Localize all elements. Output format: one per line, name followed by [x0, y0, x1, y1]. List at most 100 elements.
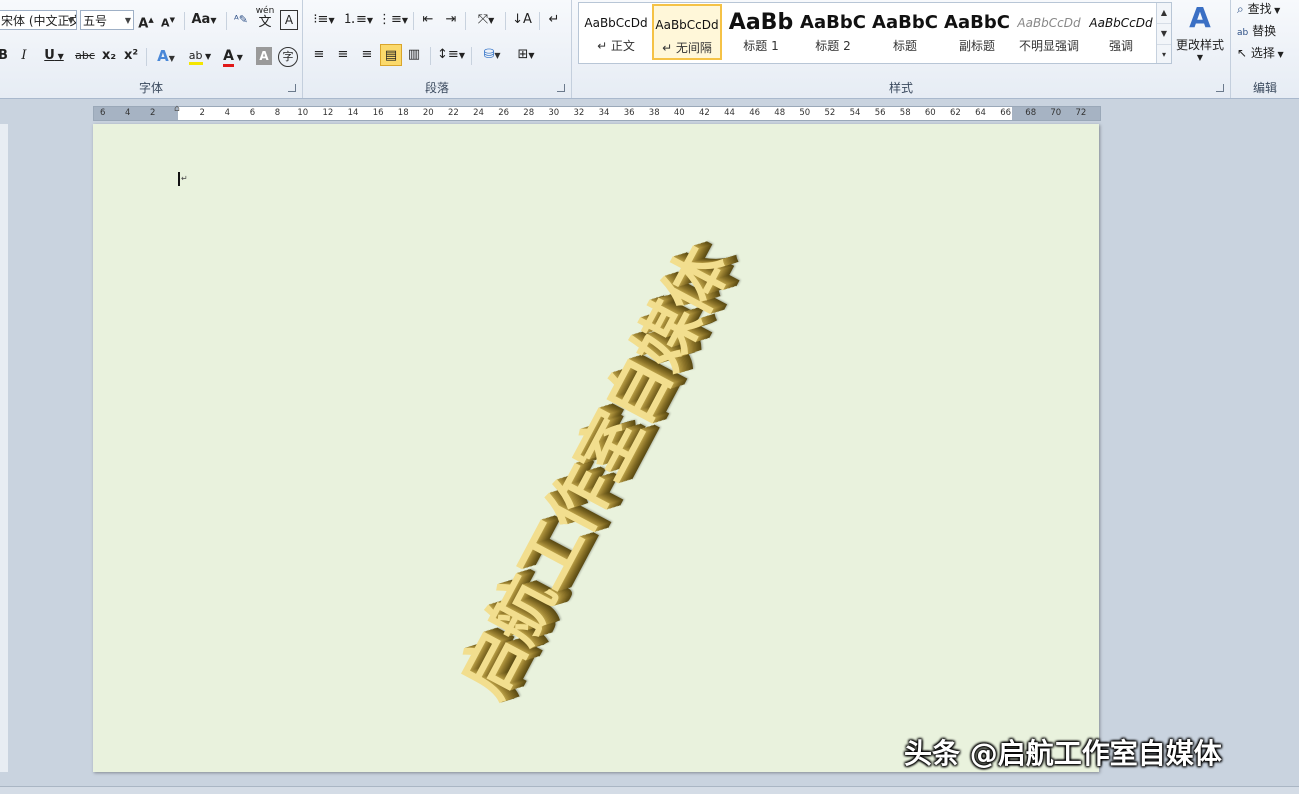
- separator: [413, 12, 414, 30]
- select-button[interactable]: ↖ 选择 ▼: [1237, 42, 1299, 64]
- find-label: 查找: [1247, 2, 1272, 16]
- sort-button[interactable]: ↓A: [511, 9, 533, 31]
- line-spacing-button[interactable]: ↕≡▼: [436, 44, 466, 66]
- show-marks-button[interactable]: ↵: [545, 9, 563, 31]
- decrease-indent-icon: ⇤: [422, 12, 434, 27]
- char-shading-button[interactable]: A: [256, 47, 272, 65]
- align-center-button[interactable]: ≡: [333, 44, 353, 66]
- style-sample: AaBbC: [944, 12, 1010, 33]
- style-name: ↵ 正文: [597, 39, 635, 53]
- text-effects-icon: A: [157, 47, 169, 65]
- font-size-value: 五号: [83, 14, 108, 28]
- align-left-button[interactable]: ≡: [309, 44, 329, 66]
- ruler-label: 48: [774, 108, 786, 118]
- ruler-label: 64: [975, 108, 986, 118]
- style-no-spacing[interactable]: AaBbCcDd ↵ 无间隔: [652, 4, 722, 60]
- bold-button[interactable]: B: [0, 45, 10, 67]
- style-subtle-emphasis[interactable]: AaBbCcDd 不明显强调: [1014, 4, 1084, 60]
- gallery-scroll-up-icon[interactable]: ▲: [1157, 3, 1171, 24]
- ruler-label: 26: [498, 108, 510, 118]
- paragraph-dialog-launcher-icon[interactable]: .: [557, 84, 565, 92]
- align-right-icon: ≡: [361, 47, 373, 62]
- justify-button[interactable]: ▤: [380, 44, 402, 66]
- font-size-combo[interactable]: 五号 ▼: [80, 10, 134, 30]
- style-heading-2[interactable]: AaBbC 标题 2: [798, 4, 868, 60]
- bold-icon: B: [0, 48, 8, 63]
- ruler-label: 68: [1025, 108, 1037, 118]
- separator: [539, 12, 540, 30]
- enclose-characters-button[interactable]: 字: [278, 47, 298, 67]
- borders-button[interactable]: ⊞▼: [511, 44, 541, 66]
- style-title[interactable]: AaBbC 标题: [870, 4, 940, 60]
- style-sample: AaBbC: [872, 12, 938, 33]
- bullets-button[interactable]: ⁝≡▼: [309, 9, 339, 31]
- highlight-button[interactable]: ab ▼: [184, 45, 216, 67]
- font-dialog-launcher-icon[interactable]: .: [288, 84, 296, 92]
- ruler-label: 18: [397, 108, 409, 118]
- vertical-ruler: [0, 124, 8, 772]
- shrink-font-icon: A: [161, 16, 170, 30]
- change-case-button[interactable]: Aa▼: [190, 9, 218, 31]
- separator: [505, 12, 506, 30]
- indent-marker-icon[interactable]: ⌂: [174, 104, 180, 114]
- ruler-label: 22: [448, 108, 459, 118]
- underline-icon: U: [44, 48, 55, 63]
- ruler-label: 40: [673, 108, 685, 118]
- style-subtitle[interactable]: AaBbC 副标题: [942, 4, 1012, 60]
- style-emphasis[interactable]: AaBbCcDd 强调: [1086, 4, 1156, 60]
- ruler-label: 4: [224, 108, 231, 118]
- ruler-label: 52: [824, 108, 836, 118]
- chinese-layout-button[interactable]: ⤧▼: [471, 9, 501, 31]
- italic-button[interactable]: I: [17, 45, 31, 67]
- replace-button[interactable]: ab 替换: [1237, 20, 1299, 42]
- binoculars-icon: ⌕: [1237, 2, 1244, 16]
- style-normal[interactable]: AaBbCcDd ↵ 正文: [581, 4, 651, 60]
- style-name: 标题 2: [815, 39, 851, 53]
- styles-dialog-launcher-icon[interactable]: .: [1216, 84, 1224, 92]
- ruler-label: 50: [799, 108, 811, 118]
- grow-font-button[interactable]: A▲: [138, 9, 154, 31]
- shading-button[interactable]: ⛁▼: [477, 44, 507, 66]
- subscript-button[interactable]: x₂: [100, 45, 118, 67]
- align-right-button[interactable]: ≡: [357, 44, 377, 66]
- char-border-button[interactable]: A: [280, 10, 298, 30]
- editing-group-label: 编辑: [1252, 81, 1277, 95]
- change-styles-button[interactable]: A 更改样式 ▼: [1172, 0, 1228, 70]
- increase-indent-button[interactable]: ⇥: [441, 9, 461, 31]
- superscript-button[interactable]: x²: [122, 45, 140, 67]
- distributed-button[interactable]: ▥: [404, 44, 424, 66]
- subscript-icon: x₂: [101, 48, 117, 63]
- phonetic-guide-button[interactable]: wén 文: [255, 6, 275, 29]
- shrink-font-button[interactable]: A▼: [160, 9, 176, 31]
- ruler-label: 44: [724, 108, 735, 118]
- strikethrough-button[interactable]: abc: [74, 45, 96, 67]
- paragraph-group-label: 段落: [424, 81, 449, 95]
- decrease-indent-button[interactable]: ⇤: [418, 9, 438, 31]
- gallery-scroll-down-icon[interactable]: ▼: [1157, 24, 1171, 45]
- numbering-button[interactable]: ⒈≡▼: [343, 9, 373, 31]
- separator: [471, 47, 472, 65]
- ruler-label: 4: [125, 108, 131, 118]
- bullet-list-icon: ⁝≡: [313, 12, 329, 27]
- font-color-button[interactable]: A ▼: [218, 45, 248, 67]
- ruler-label: 6: [249, 108, 256, 118]
- underline-button[interactable]: U ▼: [40, 45, 68, 67]
- text-effects-button[interactable]: A▼: [152, 45, 180, 67]
- style-heading-1[interactable]: AaBb 标题 1: [726, 4, 796, 60]
- ruler-label: 8: [274, 108, 281, 118]
- clear-format-button[interactable]: ᴬ✎: [232, 9, 250, 31]
- justify-icon: ▤: [384, 48, 398, 63]
- ruler-label: 12: [322, 108, 334, 118]
- gallery-more-icon[interactable]: ▾: [1157, 45, 1171, 65]
- grow-font-icon: A: [138, 16, 149, 32]
- line-spacing-icon: ↕≡: [437, 47, 459, 62]
- font-name-combo[interactable]: 宋体 (中文正文 ▼: [0, 10, 77, 30]
- chevron-down-icon: ▼: [1196, 53, 1204, 62]
- style-sample: AaBbCcDd: [1089, 16, 1153, 30]
- ruler-label: 66: [1000, 108, 1012, 118]
- multilevel-list-button[interactable]: ⋮≡▼: [377, 9, 409, 31]
- font-group: 宋体 (中文正文 ▼ 五号 ▼ A▲ A▼ Aa▼ ᴬ✎ wén 文 A B I U …: [0, 0, 303, 98]
- horizontal-ruler[interactable]: 6 4 2 ⌂ 2 4 6 8 10 12 14 16 18 20 22 24 26 28 30 32 34 36…: [93, 104, 1101, 121]
- style-name: 标题: [892, 39, 917, 53]
- find-button[interactable]: ⌕ 查找 ▼: [1237, 0, 1299, 20]
